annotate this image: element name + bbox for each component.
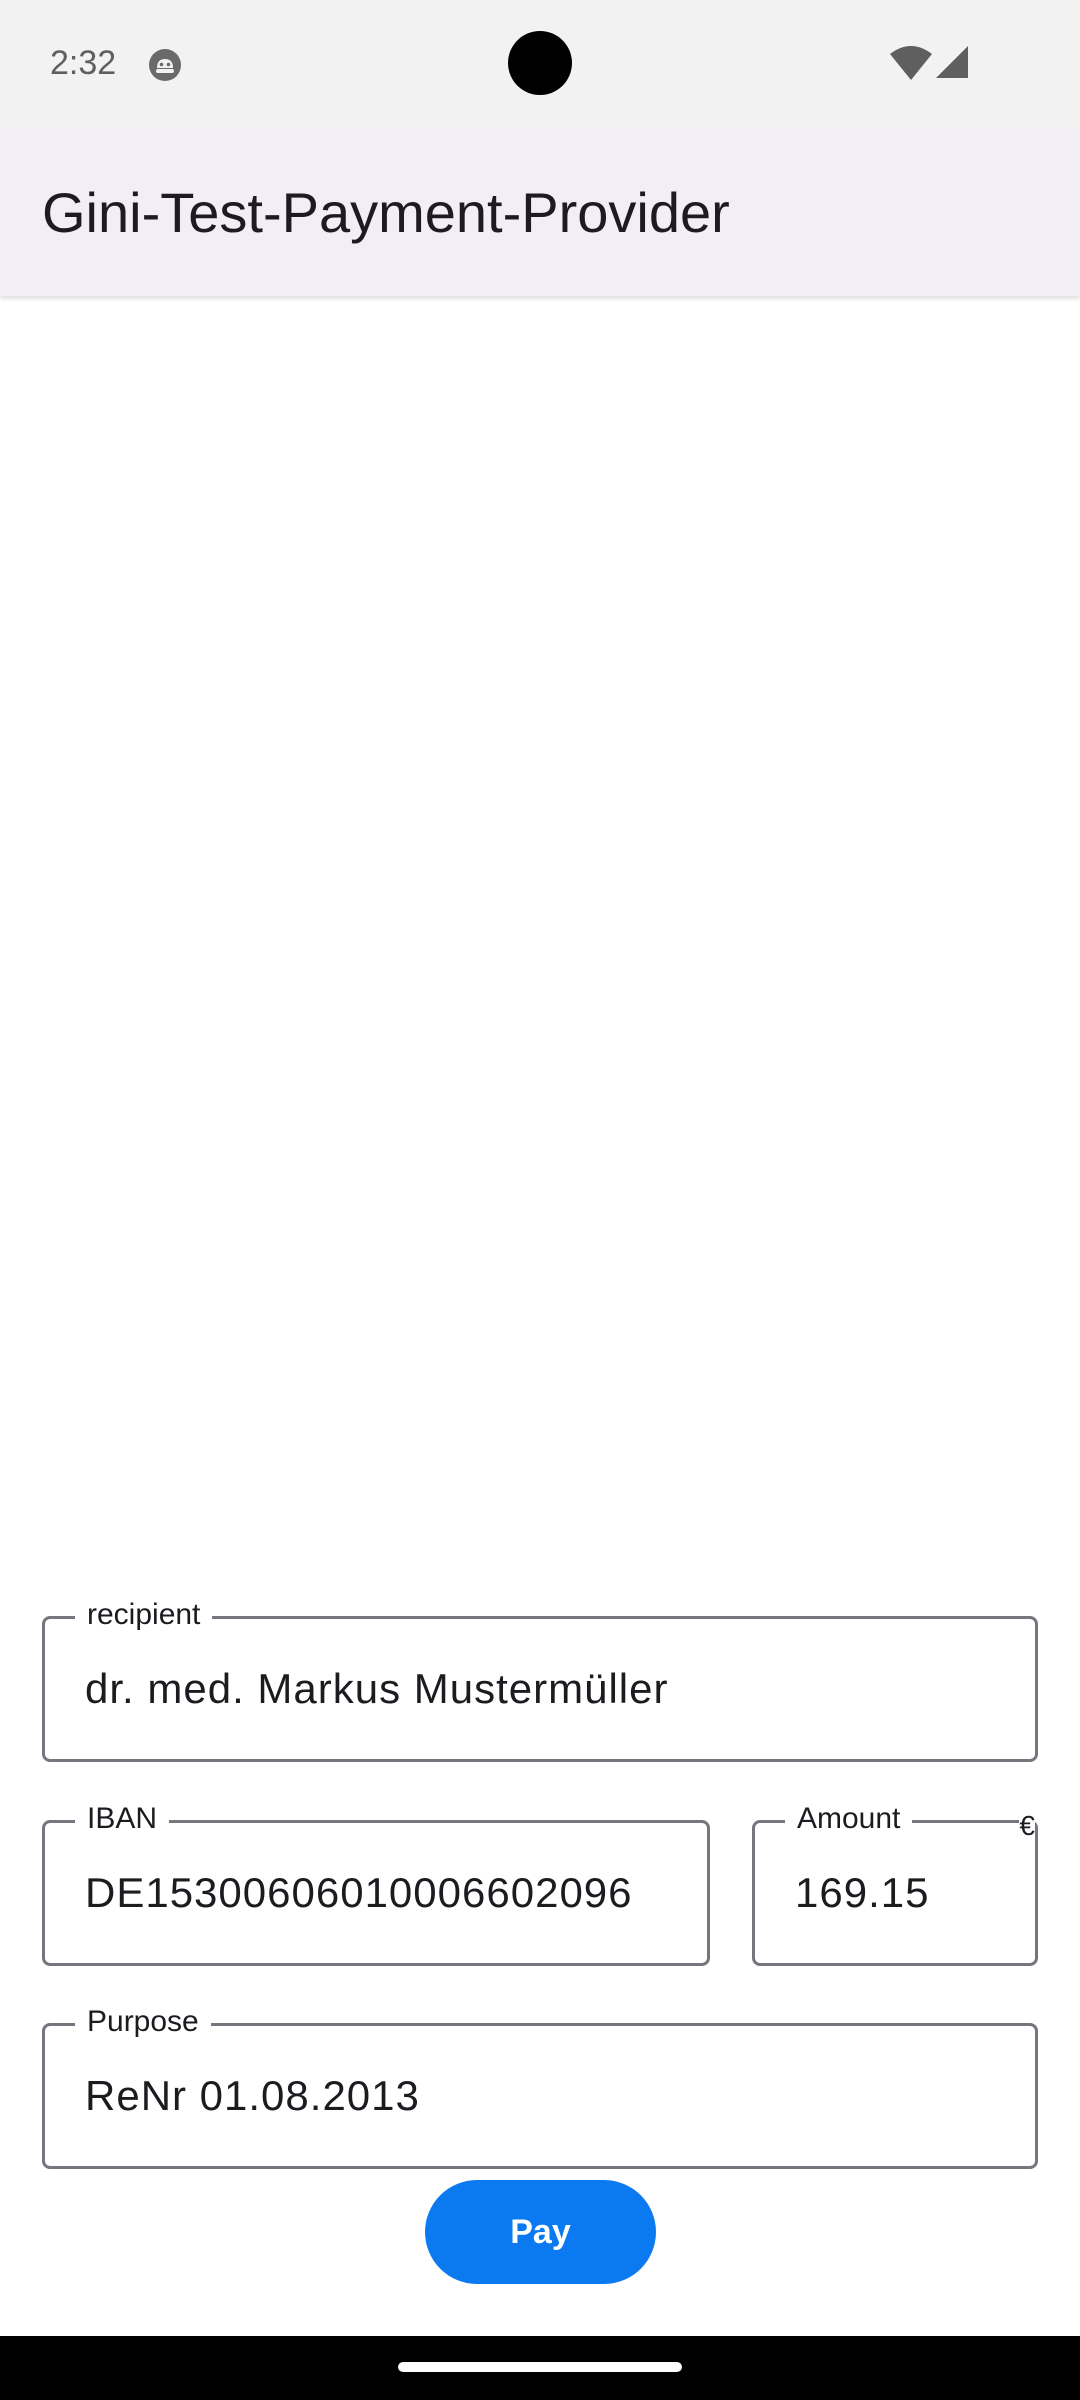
navigation-bar	[0, 2336, 1080, 2400]
iban-input[interactable]: DE15300606010006602096	[85, 1869, 633, 1917]
purpose-input[interactable]: ReNr 01.08.2013	[85, 2072, 420, 2120]
pay-button[interactable]: Pay	[425, 2180, 656, 2284]
camera-cutout	[508, 31, 572, 95]
cellular-signal-icon	[936, 46, 968, 78]
app-title: Gini-Test-Payment-Provider	[42, 181, 730, 244]
currency-suffix: €	[1019, 1809, 1035, 1843]
iban-field[interactable]: IBAN DE15300606010006602096	[42, 1801, 710, 1966]
wifi-icon	[890, 46, 932, 80]
app-bar: Gini-Test-Payment-Provider	[0, 128, 1080, 296]
amount-input[interactable]: 169.15	[795, 1869, 929, 1917]
purpose-label: Purpose	[75, 2004, 211, 2040]
recipient-field[interactable]: recipient dr. med. Markus Mustermüller	[42, 1597, 1038, 1762]
iban-label: IBAN	[75, 1801, 170, 1837]
status-time: 2:32	[50, 44, 117, 82]
app-notification-icon	[149, 49, 181, 81]
home-gesture-handle[interactable]	[398, 2362, 682, 2372]
status-bar: 2:32	[0, 0, 1080, 128]
amount-label: Amount	[785, 1801, 913, 1837]
recipient-input[interactable]: dr. med. Markus Mustermüller	[85, 1665, 668, 1713]
purpose-field[interactable]: Purpose ReNr 01.08.2013	[42, 2004, 1038, 2169]
amount-field[interactable]: Amount € 169.15	[752, 1801, 1038, 1966]
recipient-label: recipient	[75, 1597, 213, 1633]
